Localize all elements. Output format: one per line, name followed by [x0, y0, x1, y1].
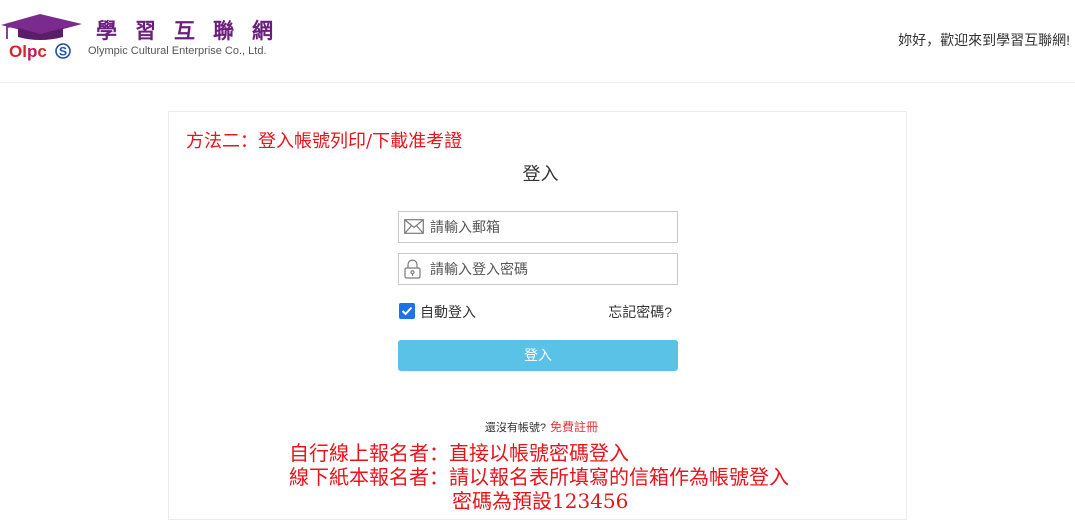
register-row: 還沒有帳號? 免費註冊 [169, 418, 906, 436]
checkmark-icon [401, 306, 413, 316]
logo-letters: Olpc [9, 42, 47, 61]
remember-row: 自動登入 忘記密碼? [398, 302, 678, 322]
password-field [398, 253, 678, 285]
method-note: 方法二：登入帳號列印/下載准考證 [186, 131, 463, 152]
mortarboard-top [1, 14, 82, 35]
logo-letter-circled: S [59, 45, 67, 59]
olpcs-logo: Olpc S [1, 14, 82, 61]
login-panel: 方法二：登入帳號列印/下載准考證 登入 自動登入 忘記密碼? 登入 還沒有帳號 [168, 111, 907, 520]
site-header: Olpc S 學習互聯網 Olympic Cultural Enterprise… [0, 0, 1075, 83]
welcome-greeting: 妳好，歡迎來到學習互聯網! [898, 32, 1070, 48]
logo-letter: c [37, 42, 46, 61]
email-input[interactable] [399, 212, 677, 242]
instruction-line: 線下紙本報名者：請以報名表所填寫的信箱作為帳號登入 [289, 465, 789, 489]
logo-letter: O [9, 42, 22, 61]
email-field [398, 211, 678, 243]
password-input[interactable] [399, 254, 677, 284]
instruction-line: 自行線上報名者：直接以帳號密碼登入 [289, 441, 629, 465]
brand-name: 學習互聯網 [96, 18, 291, 43]
instruction-line: 密碼為預設123456 [452, 489, 629, 513]
remember-me-checkbox[interactable] [399, 303, 415, 319]
register-link[interactable]: 免費註冊 [550, 420, 598, 434]
logo-letter: p [27, 42, 37, 61]
login-button[interactable]: 登入 [398, 340, 678, 371]
login-title: 登入 [522, 164, 559, 184]
remember-me-label[interactable]: 自動登入 [420, 303, 476, 321]
forgot-password-link[interactable]: 忘記密碼? [608, 303, 672, 321]
register-prompt: 還沒有帳號? [484, 422, 547, 434]
brand-subtitle: Olympic Cultural Enterprise Co., Ltd. [88, 45, 267, 57]
logo-letter: S [59, 45, 67, 59]
